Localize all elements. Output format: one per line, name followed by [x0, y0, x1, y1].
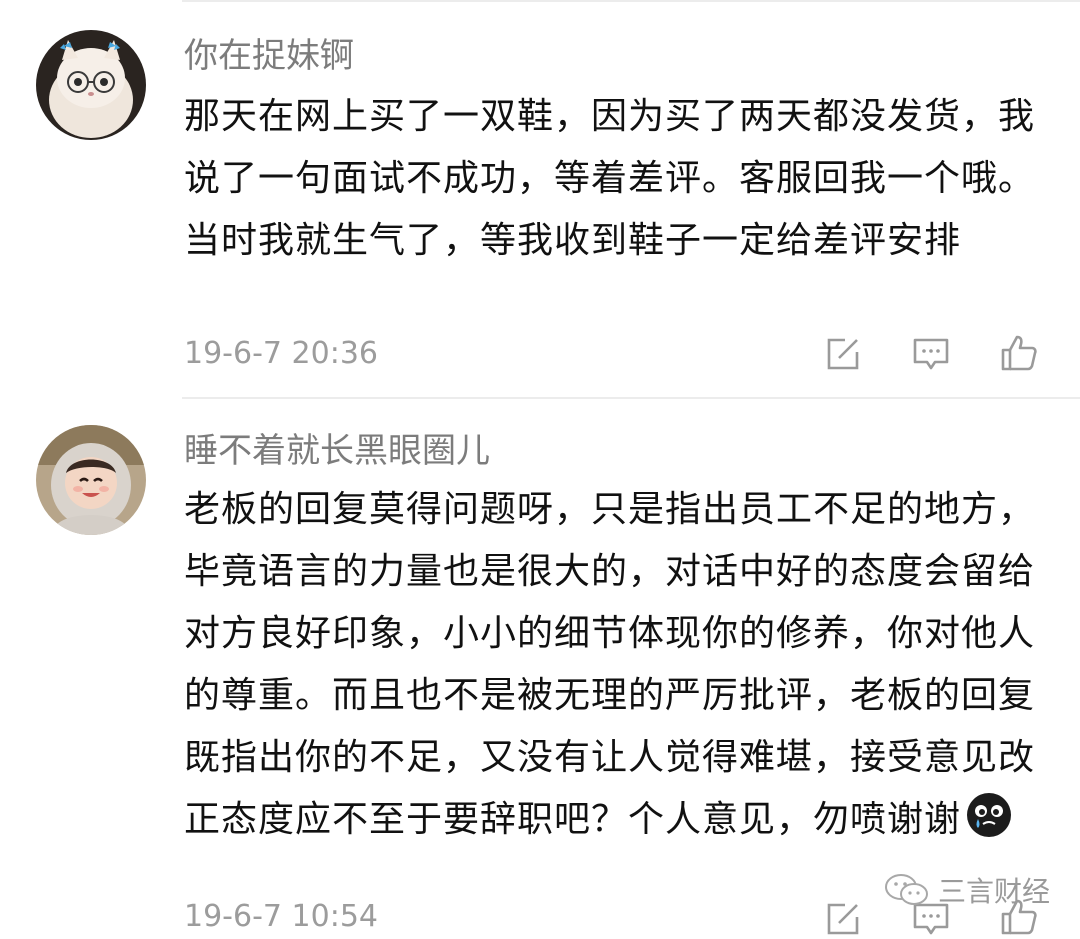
comment-text: 老板的回复莫得问题呀，只是指出员工不足的地方，毕竟语言的力量也是很大的，对话中好…	[184, 479, 1044, 851]
comment-text-content: 老板的回复莫得问题呀，只是指出员工不足的地方，毕竟语言的力量也是很大的，对话中好…	[184, 489, 1036, 840]
reply-icon[interactable]	[911, 334, 951, 374]
comment-item: 睡不着就长黑眼圈儿 老板的回复莫得问题呀，只是指出员工不足的地方，毕竟语言的力量…	[0, 397, 1080, 937]
comment-username[interactable]: 睡不着就长黑眼圈儿	[184, 431, 490, 471]
share-icon[interactable]	[823, 334, 863, 374]
watermark: 三言财经	[884, 870, 1050, 910]
avatar[interactable]	[36, 30, 146, 140]
watermark-text: 三言财经	[938, 875, 1051, 908]
avatar[interactable]	[36, 425, 146, 535]
share-icon[interactable]	[823, 899, 863, 939]
comment-item: 你在捉妹锕 那天在网上买了一双鞋，因为买了两天都没发货，我说了一句面试不成功，等…	[0, 0, 1080, 395]
comment-username[interactable]: 你在捉妹锕	[184, 36, 354, 76]
comment-text: 那天在网上买了一双鞋，因为买了两天都没发货，我说了一句面试不成功，等着差评。客服…	[184, 96, 1036, 261]
wechat-icon	[885, 874, 928, 905]
comment-timestamp: 19-6-7 20:36	[184, 336, 378, 371]
like-icon[interactable]	[999, 333, 1039, 373]
crying-face-icon	[967, 793, 1012, 837]
comment-timestamp: 19-6-7 10:54	[184, 899, 378, 934]
